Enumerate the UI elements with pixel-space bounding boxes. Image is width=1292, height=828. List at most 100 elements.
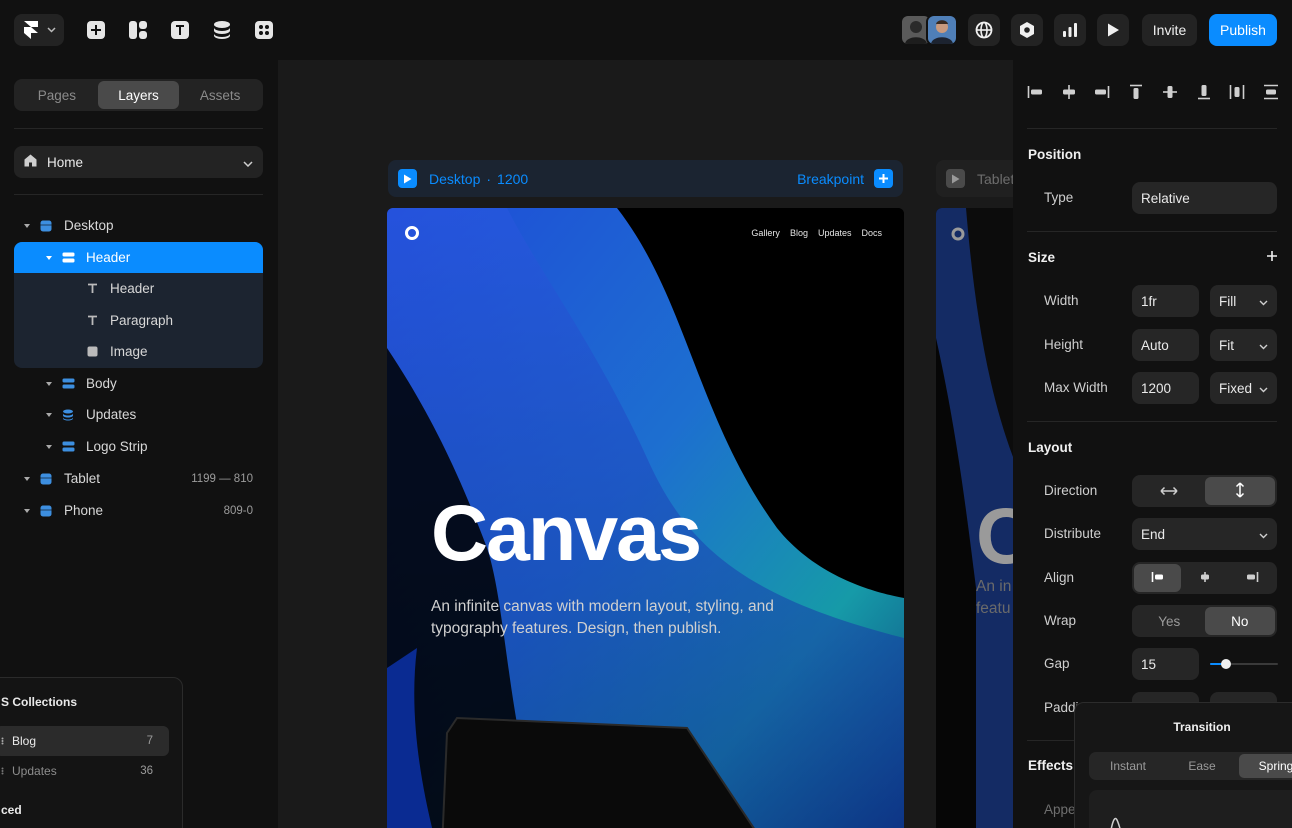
max-width-mode-select[interactable]: Fixed (1210, 372, 1277, 404)
transition-spring-button[interactable]: Spring (1239, 754, 1292, 778)
breakpoint-icon (38, 505, 54, 517)
align-right-icon[interactable] (1094, 84, 1110, 108)
chevron-down-icon (1259, 381, 1268, 396)
layout-button[interactable] (122, 14, 154, 46)
preview-breakpoint-button[interactable] (946, 169, 965, 188)
site-nav-docs[interactable]: Docs (861, 228, 882, 238)
wrap-no-button[interactable]: No (1204, 607, 1275, 635)
align-top-icon[interactable] (1128, 84, 1144, 108)
stack-icon (60, 441, 76, 452)
tab-assets[interactable]: Assets (179, 81, 261, 109)
layer-logo-strip[interactable]: Logo Strip (14, 431, 263, 462)
direction-vertical-button[interactable] (1204, 477, 1275, 505)
align-bottom-icon[interactable] (1196, 84, 1212, 108)
align-left-icon[interactable] (1027, 84, 1043, 108)
app-menu-button[interactable] (14, 14, 64, 46)
stack-icon (60, 252, 76, 263)
play-icon (1105, 22, 1121, 38)
breakpoint-bar-tablet[interactable]: Tablet (936, 160, 1013, 197)
height-input[interactable]: Auto (1132, 329, 1199, 361)
distribute-select[interactable]: End (1132, 518, 1277, 550)
align-end-button[interactable] (1228, 564, 1275, 592)
text-icon (170, 20, 190, 40)
chevron-down-icon (1259, 527, 1268, 542)
direction-horizontal-button[interactable] (1134, 477, 1205, 505)
layer-paragraph[interactable]: Paragraph (14, 305, 263, 336)
max-width-value: 1200 (1141, 380, 1172, 396)
caret-down-icon (22, 476, 32, 481)
desktop-frame[interactable]: Gallery Blog Updates Docs Canvas An infi… (387, 208, 904, 828)
transition-popover: Transition Instant Ease Spring (1074, 702, 1292, 828)
transition-ease-button[interactable]: Ease (1165, 754, 1239, 778)
tab-pages[interactable]: Pages (16, 81, 98, 109)
align-start-button[interactable] (1134, 564, 1181, 592)
tablet-frame[interactable]: C An in layou featu (936, 208, 1013, 828)
cms-title: S Collections (1, 695, 78, 709)
layer-updates[interactable]: Updates (14, 399, 263, 430)
avatar[interactable] (926, 14, 958, 46)
site-nav-updates[interactable]: Updates (818, 228, 852, 238)
insert-button[interactable] (80, 14, 112, 46)
layer-phone[interactable]: Phone 809-0 (14, 495, 263, 526)
collaborator-avatars[interactable] (900, 14, 960, 46)
max-width-input[interactable]: 1200 (1132, 372, 1199, 404)
spring-curve-preview[interactable] (1089, 790, 1292, 828)
layout-icon (128, 20, 148, 40)
cms-row-label: Blog (12, 734, 37, 748)
layer-size-range: 1199 — 810 (191, 472, 253, 485)
site-nav-blog[interactable]: Blog (790, 228, 808, 238)
site-nav-gallery[interactable]: Gallery (751, 228, 780, 238)
globe-button[interactable] (968, 14, 1000, 46)
divider (1027, 128, 1277, 129)
settings-button[interactable] (1011, 14, 1043, 46)
layer-image[interactable]: Image (14, 336, 263, 367)
distribute-label: Distribute (1044, 526, 1102, 541)
globe-icon (975, 21, 993, 39)
design-canvas[interactable]: Desktop · 1200 Breakpoint Tablet Gallery… (278, 60, 1013, 828)
page-select[interactable]: Home (14, 146, 263, 178)
insert-icon (86, 20, 106, 40)
wrap-yes-button[interactable]: Yes (1134, 607, 1205, 635)
cms-row-updates[interactable]: Updates 36 (0, 756, 169, 786)
distribute-v-icon[interactable] (1263, 84, 1279, 108)
layer-body[interactable]: Body (14, 368, 263, 399)
breakpoint-bar-desktop[interactable]: Desktop · 1200 Breakpoint (388, 160, 903, 197)
plus-icon[interactable] (1266, 250, 1278, 265)
layer-desktop[interactable]: Desktop (14, 210, 263, 241)
layer-label: Paragraph (110, 313, 174, 328)
layer-header[interactable]: Header (14, 242, 263, 273)
components-button[interactable] (248, 14, 280, 46)
position-type-select[interactable]: Relative (1132, 182, 1277, 214)
width-input[interactable]: 1fr (1132, 285, 1199, 317)
caret-down-icon (22, 508, 32, 513)
stack-icon (60, 378, 76, 389)
align-center-icon (1198, 571, 1212, 586)
cms-row-blog[interactable]: Blog 7 (0, 726, 169, 756)
grid-icon (1, 734, 6, 748)
invite-button[interactable]: Invite (1142, 14, 1197, 46)
text-button[interactable] (164, 14, 196, 46)
layer-tablet[interactable]: Tablet 1199 — 810 (14, 463, 263, 494)
wrap-control: Yes No (1132, 605, 1277, 637)
max-width-label: Max Width (1044, 380, 1108, 395)
top-toolbar: Invite Publish (0, 0, 1292, 60)
preview-breakpoint-button[interactable] (398, 169, 417, 188)
distribute-h-icon[interactable] (1229, 84, 1245, 108)
gap-slider[interactable] (1210, 658, 1278, 670)
width-mode-select[interactable]: Fill (1210, 285, 1277, 317)
preview-button[interactable] (1097, 14, 1129, 46)
tab-layers[interactable]: Layers (97, 81, 180, 109)
cms-button[interactable] (206, 14, 238, 46)
align-center-button[interactable] (1181, 564, 1228, 592)
height-mode-select[interactable]: Fit (1210, 329, 1277, 361)
analytics-button[interactable] (1054, 14, 1086, 46)
site-nav: Gallery Blog Updates Docs (751, 228, 882, 238)
transition-instant-button[interactable]: Instant (1091, 754, 1165, 778)
gap-input[interactable]: 15 (1132, 648, 1199, 680)
align-middle-icon[interactable] (1162, 84, 1178, 108)
align-center-h-icon[interactable] (1061, 84, 1077, 108)
layer-label: Tablet (64, 471, 101, 486)
layer-header-text[interactable]: Header (14, 273, 263, 304)
publish-button[interactable]: Publish (1209, 14, 1277, 46)
add-breakpoint-button[interactable]: Breakpoint (797, 169, 893, 188)
